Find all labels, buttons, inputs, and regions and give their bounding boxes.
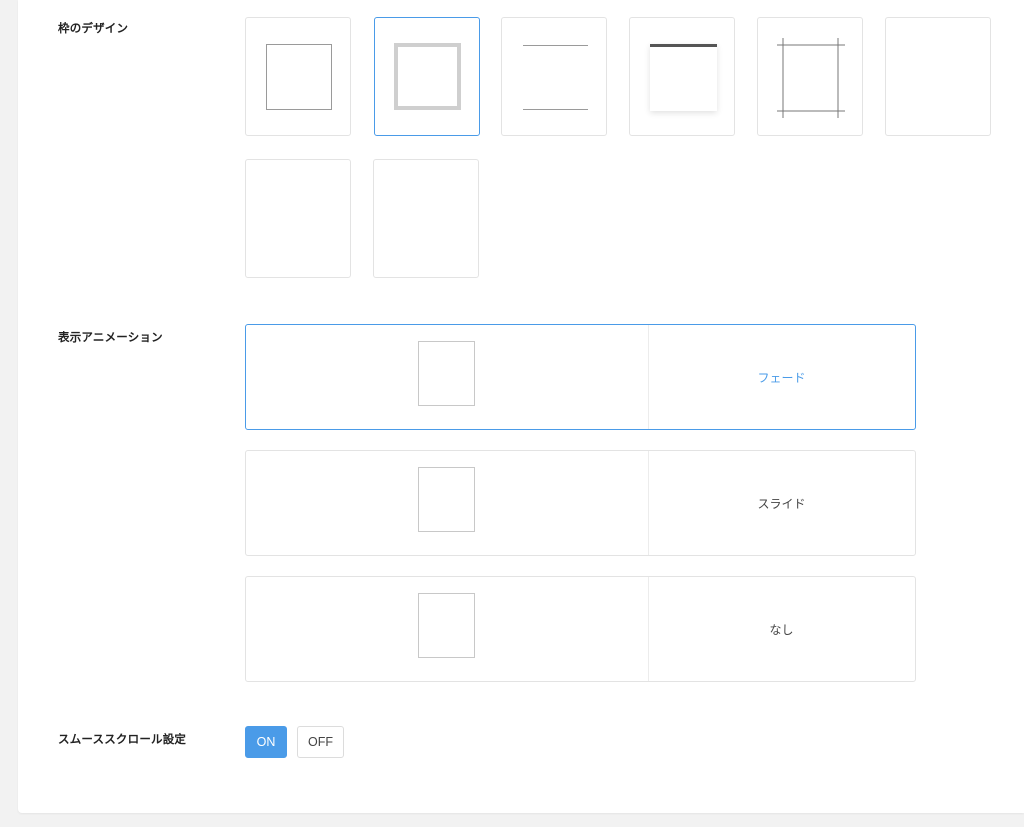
frame-option-thin-border[interactable] (245, 17, 351, 136)
slide-preview-area (246, 451, 649, 555)
thick-border-preview (394, 43, 461, 110)
thin-border-preview (266, 44, 332, 110)
none-label: なし (769, 622, 794, 637)
none-preview-box (418, 593, 475, 658)
none-preview-area (246, 577, 649, 681)
frame-option-blank-1[interactable] (885, 17, 991, 136)
animation-option-none[interactable]: なし (245, 576, 916, 682)
frame-option-top-bottom-lines[interactable] (501, 17, 607, 136)
crop-marks-preview (777, 38, 845, 118)
smooth-scroll-label: スムーススクロール設定 (58, 732, 187, 746)
top-bar-shadow-preview (650, 44, 717, 111)
slide-label: スライド (757, 496, 806, 511)
frame-option-blank-2[interactable] (245, 159, 351, 278)
animation-option-fade[interactable]: フェード (245, 324, 916, 430)
fade-label: フェード (757, 370, 806, 385)
frame-design-label: 枠のデザイン (58, 21, 129, 35)
slide-preview-box (418, 467, 475, 532)
top-line-preview (523, 45, 588, 46)
frame-option-top-bar-shadow[interactable] (629, 17, 735, 136)
display-animation-label: 表示アニメーション (58, 330, 163, 344)
smooth-scroll-on-button[interactable]: ON (245, 726, 287, 758)
frame-option-thick-border[interactable] (374, 17, 480, 136)
fade-preview-box (418, 341, 475, 406)
bottom-line-preview (523, 109, 588, 110)
animation-option-slide[interactable]: スライド (245, 450, 916, 556)
frame-option-blank-3[interactable] (373, 159, 479, 278)
frame-option-crop-marks[interactable] (757, 17, 863, 136)
fade-preview-area (246, 325, 649, 429)
smooth-scroll-off-button[interactable]: OFF (297, 726, 344, 758)
